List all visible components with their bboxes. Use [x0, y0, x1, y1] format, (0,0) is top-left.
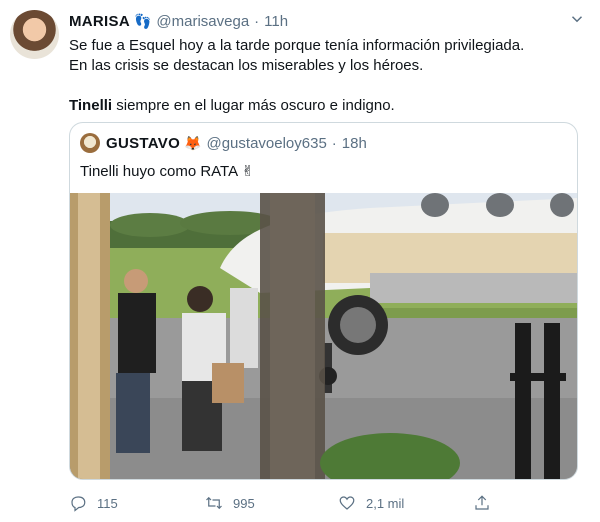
tweet-actions: 115 995 2,1 mil [69, 494, 589, 514]
tweet-body: Se fue a Esquel hoy a la tarde porque te… [69, 36, 579, 116]
tweet-line-1: Se fue a Esquel hoy a la tarde porque te… [69, 37, 525, 54]
mention-tinelli: Tinelli [69, 97, 113, 114]
quoted-separator-dot: · [331, 134, 337, 152]
reply-icon [71, 496, 86, 512]
retweet-icon [206, 496, 222, 510]
retweet-count: 995 [233, 495, 255, 511]
tweet-header: MARISA 👣 @marisavega · 11h [69, 10, 288, 32]
quoted-photo[interactable] [70, 193, 577, 479]
quoted-tweet[interactable]: GUSTAVO 🦊 @gustavoeloy635 · 18h Tinelli … [69, 122, 578, 480]
tweet[interactable]: MARISA 👣 @marisavega · 11h Se fue a Esqu… [0, 0, 600, 522]
retweet-button[interactable]: 995 [205, 494, 255, 512]
quoted-timestamp: 18h [341, 134, 367, 152]
quoted-author-emoji: 🦊 [184, 134, 202, 151]
reply-count: 115 [97, 495, 118, 511]
share-icon [475, 495, 489, 510]
tweet-line-3: Tinelli siempre en el lugar más oscuro e… [69, 96, 579, 116]
like-button[interactable]: 2,1 mil [338, 494, 404, 512]
chevron-down-icon[interactable] [568, 10, 586, 28]
tweet-line-2: En las crisis se destacan los miserables… [69, 57, 424, 74]
quoted-text: Tinelli huyo como RATA ✌ [80, 163, 255, 180]
quoted-author-handle: @gustavoeloy635 [206, 134, 327, 152]
share-button[interactable] [473, 494, 501, 512]
separator-dot: · [254, 12, 260, 30]
quoted-avatar [80, 133, 100, 153]
quoted-author-name: GUSTAVO [106, 134, 181, 152]
quoted-header: GUSTAVO 🦊 @gustavoeloy635 · 18h [80, 132, 367, 154]
author-handle[interactable]: @marisavega [156, 13, 249, 30]
tweet-line-3-rest: siempre en el lugar más oscuro e indigno… [112, 97, 395, 114]
reply-button[interactable]: 115 [69, 494, 118, 512]
avatar[interactable] [10, 10, 59, 59]
airport-photo [70, 193, 577, 479]
like-count: 2,1 mil [366, 495, 405, 511]
tweet-timestamp[interactable]: 11h [264, 13, 288, 30]
heart-icon [339, 496, 355, 510]
author-name[interactable]: MARISA [69, 13, 130, 30]
author-emoji: 👣 [133, 12, 152, 29]
